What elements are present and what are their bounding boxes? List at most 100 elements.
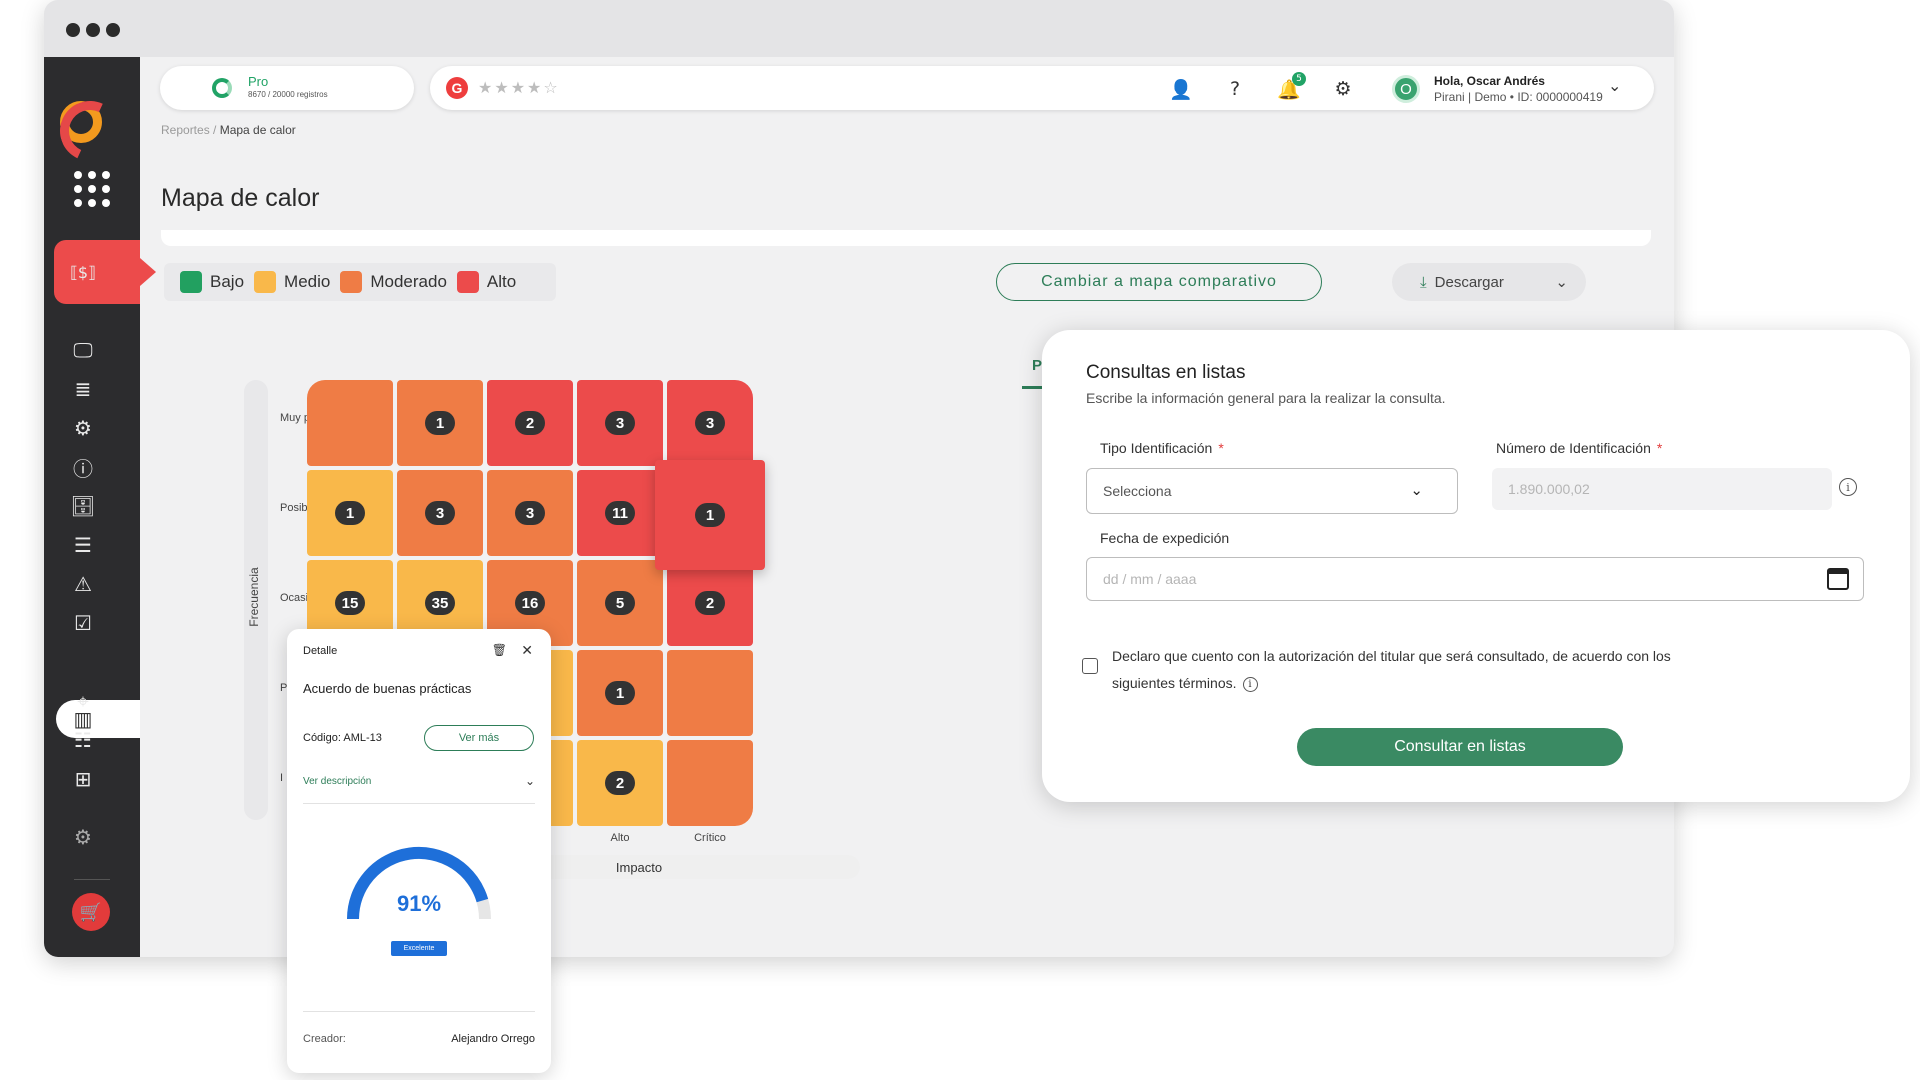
cell-count: 3	[425, 501, 455, 525]
detail-code: Código: AML-13	[303, 732, 382, 744]
info-icon[interactable]: i	[1242, 676, 1258, 692]
checklist-icon[interactable]: ☷	[68, 725, 98, 755]
id-number-label: Número de Identificación *	[1496, 440, 1662, 456]
creator-value: Alejandro Orrego	[451, 1033, 535, 1045]
heatmap-cell[interactable]	[307, 380, 393, 466]
alert-circle-icon[interactable]: ⓘ	[68, 452, 98, 482]
grid-add-icon[interactable]: ⊞	[68, 764, 98, 794]
title-divider	[161, 230, 1651, 246]
sidebar-divider	[74, 879, 110, 880]
id-number-field[interactable]: 1.890.000,02	[1492, 468, 1832, 510]
warning-icon[interactable]: ⚠	[68, 569, 98, 599]
avatar[interactable]: O	[1392, 75, 1420, 103]
trash-icon[interactable]: 🗑	[492, 643, 507, 657]
apps-grid-icon[interactable]	[74, 171, 110, 207]
plan-progress-icon	[212, 78, 232, 98]
calendar-icon[interactable]	[1827, 568, 1849, 590]
description-toggle[interactable]: Ver descripción	[303, 776, 371, 787]
breadcrumb: Reportes / Mapa de calor	[161, 123, 296, 137]
see-more-button[interactable]: Ver más	[424, 725, 534, 751]
cart-icon[interactable]: 🛒	[72, 893, 110, 931]
gear-people-icon[interactable]: ⚙	[68, 413, 98, 443]
heatmap-cell[interactable]: 3	[667, 380, 753, 466]
page-title: Mapa de calor	[161, 184, 320, 212]
gear-icon[interactable]: ⚙	[1330, 76, 1356, 102]
heatmap-cell[interactable]: 2	[577, 740, 663, 826]
heatmap-cell[interactable]: 1	[577, 650, 663, 736]
legend-label: Bajo	[210, 272, 245, 291]
terms-checkbox[interactable]	[1082, 658, 1098, 674]
window-dot[interactable]	[86, 23, 100, 37]
legend-label: Moderado	[370, 272, 447, 291]
app-logo[interactable]	[60, 101, 102, 143]
id-number-placeholder: 1.890.000,02	[1508, 481, 1590, 497]
breadcrumb-parent[interactable]: Reportes /	[161, 123, 216, 137]
plan-label: Pro	[248, 74, 269, 89]
help-icon[interactable]: ?	[1222, 76, 1248, 102]
chevron-down-icon[interactable]: ⌄	[1608, 76, 1621, 95]
heatmap-cell[interactable]: 1	[397, 380, 483, 466]
compare-map-button[interactable]: Cambiar a mapa comparativo	[996, 263, 1322, 301]
g2-logo-icon[interactable]: G	[446, 77, 468, 99]
plan-card[interactable]: Pro 8670 / 20000 registros	[160, 66, 414, 110]
user-greeting: Hola, Oscar Andrés	[1434, 74, 1545, 88]
checkbox-icon[interactable]: ☑	[68, 608, 98, 638]
heatmap-cell[interactable]: 5	[577, 560, 663, 646]
legend-item: Medio	[254, 271, 330, 293]
detail-name: Acuerdo de buenas prácticas	[303, 681, 472, 696]
chevron-down-icon[interactable]: ⌄	[525, 774, 535, 788]
cell-count: 1	[425, 411, 455, 435]
issue-date-field[interactable]: dd / mm / aaaa	[1086, 557, 1864, 601]
cell-count: 35	[425, 591, 455, 615]
archive-icon[interactable]: 🗄	[68, 491, 98, 521]
cell-count: 2	[515, 411, 545, 435]
id-type-label-text: Tipo Identificación	[1100, 440, 1213, 456]
date-label: Fecha de expedición	[1100, 530, 1230, 546]
info-icon[interactable]: i	[1839, 478, 1857, 496]
cell-count: 1	[335, 501, 365, 525]
rating-stars[interactable]: ★★★★☆	[478, 78, 560, 97]
creator-label: Creador:	[303, 1033, 346, 1045]
sliders-icon[interactable]: ☰	[68, 530, 98, 560]
detail-card: Detalle 🗑 ✕ Acuerdo de buenas prácticas …	[287, 629, 551, 1073]
add-user-icon[interactable]: 👤	[1168, 76, 1194, 102]
heatmap-cell[interactable]	[667, 650, 753, 736]
risk-scan-icon: ⟦$⟧	[69, 262, 97, 282]
target-icon[interactable]: ⌖	[68, 686, 98, 716]
id-type-label: Tipo Identificación *	[1100, 440, 1224, 456]
heatmap-cell[interactable]: 1	[655, 460, 765, 570]
legend-item: Moderado	[340, 271, 447, 293]
heatmap-cell[interactable]: 3	[487, 470, 573, 556]
monitor-icon[interactable]: 🖵	[68, 335, 98, 365]
heatmap-cell[interactable]	[667, 740, 753, 826]
settings-icon[interactable]: ⚙	[68, 822, 98, 852]
close-icon[interactable]: ✕	[521, 643, 533, 659]
cell-count: 2	[695, 591, 725, 615]
sidebar-item-active[interactable]: ⟦$⟧	[54, 240, 156, 304]
list-icon[interactable]: ≣	[68, 374, 98, 404]
date-placeholder: dd / mm / aaaa	[1103, 571, 1197, 587]
window-dot[interactable]	[106, 23, 120, 37]
heatmap-cell[interactable]: 11	[577, 470, 663, 556]
id-type-select[interactable]: Selecciona ⌄	[1086, 468, 1458, 514]
heatmap-cell[interactable]: 2	[667, 560, 753, 646]
window-dot[interactable]	[66, 23, 80, 37]
legend-swatch	[456, 271, 479, 293]
legend-swatch	[180, 271, 202, 293]
plan-usage: 8670 / 20000 registros	[248, 90, 328, 99]
legend-swatch	[254, 271, 277, 293]
list-query-card: Consultas en listas Escribe la informaci…	[1042, 330, 1910, 802]
heatmap-cell[interactable]: 3	[397, 470, 483, 556]
download-label: Descargar	[1434, 273, 1504, 291]
heatmap-cell[interactable]: 1	[307, 470, 393, 556]
bell-icon[interactable]: 🔔 5	[1276, 72, 1306, 102]
download-button[interactable]: ⤓ Descargar ⌄	[1392, 263, 1586, 301]
heatmap-cell[interactable]: 3	[577, 380, 663, 466]
divider	[303, 1011, 535, 1012]
consult-submit-button[interactable]: Consultar en listas	[1297, 728, 1623, 766]
detail-title: Detalle	[303, 645, 338, 657]
chevron-down-icon[interactable]: ⌄	[1555, 273, 1568, 291]
heatmap-cell[interactable]: 2	[487, 380, 573, 466]
legend-item: Alto	[456, 271, 516, 293]
risk-legend: Bajo Medio Moderado Alto	[164, 263, 556, 301]
